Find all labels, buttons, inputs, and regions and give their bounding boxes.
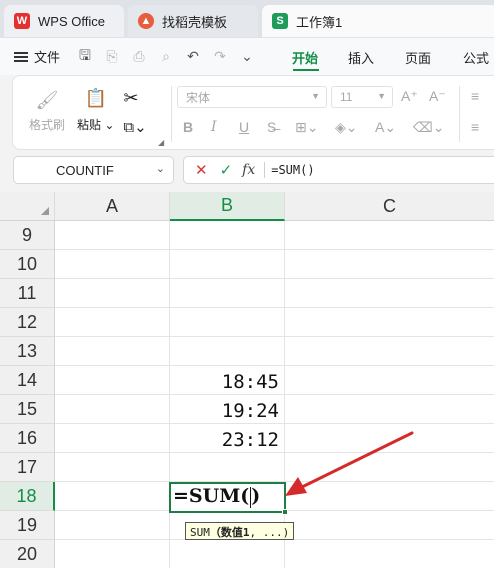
formula-input-box[interactable]: ✕ ✓ fx =SUM()	[183, 156, 494, 184]
formula-bar-area: COUNTIF ⌄ ✕ ✓ fx =SUM()	[0, 150, 494, 192]
borders-icon[interactable]: ⊞⌄	[295, 119, 318, 136]
decrease-font-icon[interactable]: A⁻	[429, 88, 446, 105]
fill-color-icon[interactable]: ◈⌄	[335, 119, 358, 136]
active-tab-indicator	[293, 69, 319, 71]
print-preview-icon[interactable]: ⌕	[157, 48, 175, 66]
title-tab-bar: W WPS Office ▲ 找稻壳模板 S 工作簿1	[0, 0, 494, 38]
italic-button[interactable]: I	[211, 119, 217, 135]
save-icon[interactable]: 🖫	[76, 47, 94, 66]
align-top-icon[interactable]: ≡	[471, 88, 479, 104]
print-icon[interactable]: ⎙	[130, 48, 148, 66]
tab-label: 找稻壳模板	[162, 14, 228, 30]
font-size-value: 11	[340, 90, 353, 104]
chevron-down-icon[interactable]: ⌄	[156, 162, 165, 175]
tab-label: 工作簿1	[296, 14, 343, 30]
insert-function-icon[interactable]: fx	[242, 162, 255, 178]
format-painter-button[interactable]: 🖌 格式刷	[29, 88, 65, 133]
strikethrough-icon[interactable]: S̶	[267, 119, 276, 135]
confirm-check-icon[interactable]: ✓	[220, 161, 233, 179]
dialog-launcher-icon[interactable]: ◢	[158, 138, 164, 147]
ribbon-divider	[459, 86, 460, 142]
spreadsheet-s-icon: S	[272, 13, 288, 29]
paste-label: 粘贴 ⌄	[77, 118, 115, 132]
tab-page[interactable]: 页面	[405, 48, 431, 67]
formula-divider	[264, 162, 266, 178]
export-pdf-icon[interactable]: ⎘	[103, 48, 121, 66]
clear-format-icon[interactable]: ⌫⌄	[413, 119, 445, 136]
cancel-icon[interactable]: ✕	[195, 161, 208, 179]
undo-icon[interactable]: ↶	[184, 48, 202, 66]
font-name-select[interactable]: 宋体 ▼	[177, 86, 327, 108]
hamburger-icon[interactable]	[14, 51, 28, 62]
increase-font-icon[interactable]: A⁺	[401, 88, 418, 105]
tab-wps-office[interactable]: W WPS Office	[4, 5, 124, 37]
font-size-select[interactable]: 11 ▼	[331, 86, 393, 108]
format-painter-label: 格式刷	[29, 118, 66, 132]
underline-button[interactable]: U	[239, 119, 249, 135]
format-painter-icon: 🖌	[35, 89, 59, 110]
redo-icon[interactable]: ↷	[211, 48, 229, 66]
cut-icon[interactable]: ✂	[119, 86, 143, 110]
menu-row: 文件 🖫 ⎘ ⎙ ⌕ ↶ ↷ ⌄ 开始 插入 页面 公式	[0, 38, 494, 75]
chevron-down-icon: ▼	[377, 91, 386, 101]
font-color-icon[interactable]: A⌄	[375, 119, 396, 136]
copy-icon[interactable]: ⧉⌄	[123, 115, 147, 139]
docer-logo-icon: ▲	[138, 13, 154, 29]
tab-label: WPS Office	[38, 13, 105, 29]
ribbon-home: 🖌 格式刷 📋 粘贴 ⌄ ✂ ⧉⌄ ◢ 宋体 ▼ 11 ▼ A⁺ A⁻ B I …	[12, 75, 494, 150]
tab-docer-templates[interactable]: ▲ 找稻壳模板	[128, 5, 258, 37]
tab-insert[interactable]: 插入	[348, 48, 374, 67]
annotation-arrow-shaft	[298, 431, 414, 490]
paste-button[interactable]: 📋 粘贴 ⌄	[77, 86, 114, 133]
tab-home[interactable]: 开始	[292, 48, 318, 67]
annotation-arrow	[285, 431, 414, 496]
chevron-down-icon: ▼	[311, 91, 320, 101]
name-box-value: COUNTIF	[56, 162, 114, 178]
ribbon-divider	[171, 86, 172, 142]
font-name-value: 宋体	[186, 90, 211, 105]
formula-text[interactable]: =SUM()	[271, 163, 314, 177]
align-left-icon[interactable]: ≡	[471, 119, 479, 135]
bold-button[interactable]: B	[183, 119, 193, 135]
tab-workbook[interactable]: S 工作簿1	[262, 5, 494, 37]
clipboard-icon: 📋	[84, 87, 107, 108]
chevron-down-icon[interactable]: ⌄	[238, 48, 256, 66]
wps-spreadsheet-window: W WPS Office ▲ 找稻壳模板 S 工作簿1 文件 🖫 ⎘ ⎙ ⌕ ↶…	[0, 0, 494, 568]
spreadsheet-grid: A B C 9 10 11 12 13 14 15 16 17 18 19 20…	[0, 192, 494, 568]
name-box[interactable]: COUNTIF ⌄	[13, 156, 174, 184]
tab-formula[interactable]: 公式	[463, 48, 489, 67]
wps-logo-icon: W	[14, 13, 30, 29]
file-menu[interactable]: 文件	[34, 47, 60, 66]
